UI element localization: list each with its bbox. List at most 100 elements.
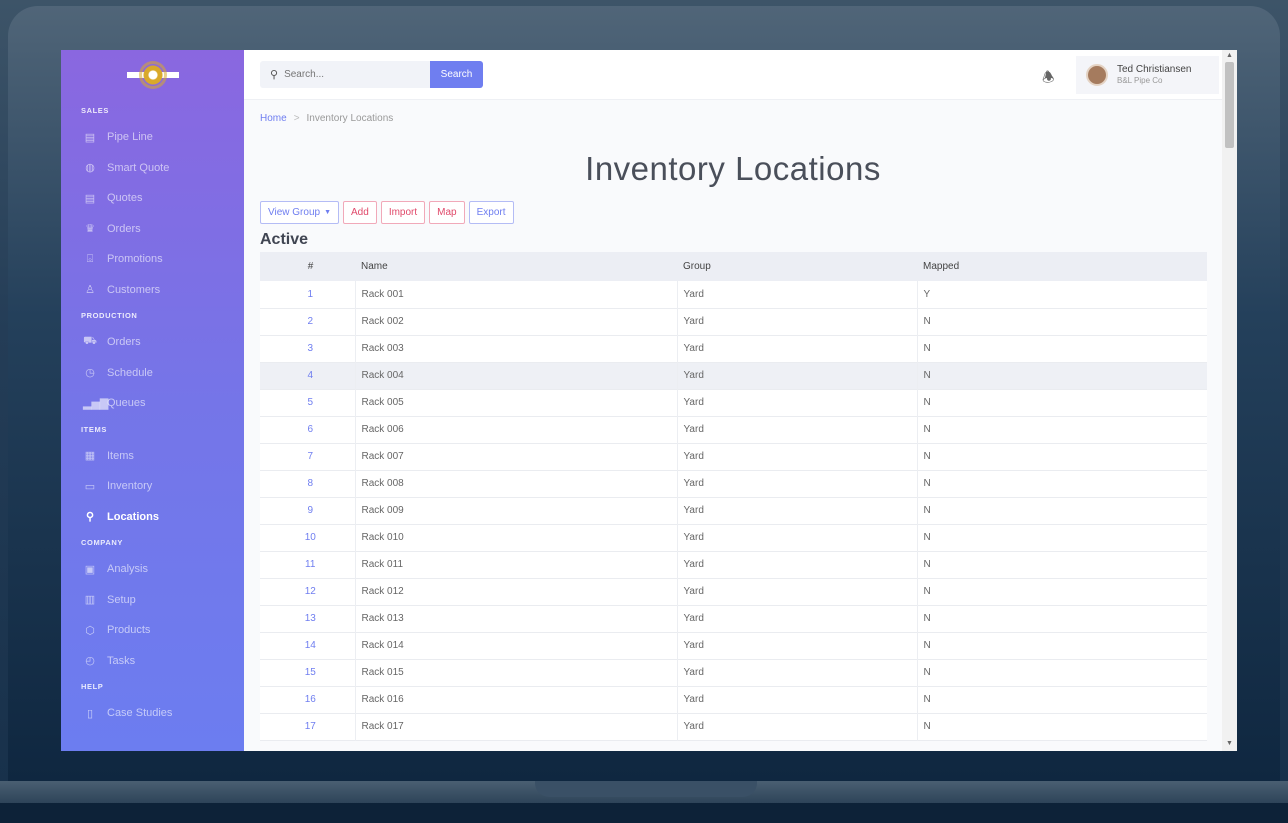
cart-icon: ⛟ xyxy=(83,335,97,348)
export-button[interactable]: Export xyxy=(468,201,514,224)
sidebar-section-label: ITEMS xyxy=(81,424,107,434)
user-menu[interactable]: Ted Christiansen B&L Pipe Co xyxy=(1076,56,1219,94)
row-number-link[interactable]: 13 xyxy=(260,605,356,632)
action-bar: View Group ▼ Add Import Map Export xyxy=(244,201,1222,225)
row-number-link[interactable]: 16 xyxy=(260,686,356,713)
table-row[interactable]: 1 Rack 001 Yard Y xyxy=(260,281,1207,308)
table-row[interactable]: 13 Rack 013 Yard N xyxy=(260,605,1207,632)
row-group: Yard xyxy=(677,524,918,551)
search-button[interactable]: Search xyxy=(430,61,483,88)
sidebar-item-label: Products xyxy=(107,624,151,637)
row-number-link[interactable]: 9 xyxy=(260,497,356,524)
table-row[interactable]: 16 Rack 016 Yard N xyxy=(260,686,1207,713)
user-name: Ted Christiansen xyxy=(1117,64,1192,75)
table-row[interactable]: 6 Rack 006 Yard N xyxy=(260,416,1207,443)
sidebar-item-pipe-line[interactable]: ▤ Pipe Line xyxy=(61,122,244,153)
sidebar-item-queues[interactable]: ▂▅▇ Queues xyxy=(61,388,244,419)
sidebar-item-label: Quotes xyxy=(107,192,143,205)
table-row[interactable]: 17 Rack 017 Yard N xyxy=(260,713,1207,740)
row-group: Yard xyxy=(677,605,918,632)
column-header-group[interactable]: Group xyxy=(677,252,917,281)
column-header-name[interactable]: Name xyxy=(355,252,677,281)
row-name: Rack 006 xyxy=(355,416,678,443)
row-group: Yard xyxy=(677,497,918,524)
add-button[interactable]: Add xyxy=(343,201,377,224)
avatar xyxy=(1086,64,1108,86)
table-row[interactable]: 15 Rack 015 Yard N xyxy=(260,659,1207,686)
row-number-link[interactable]: 2 xyxy=(260,308,356,335)
row-number-link[interactable]: 7 xyxy=(260,443,356,470)
sidebar-item-orders[interactable]: ♛ Orders xyxy=(61,214,244,245)
bell-icon[interactable]: 🕭 xyxy=(1042,67,1055,91)
table-row[interactable]: 7 Rack 007 Yard N xyxy=(260,443,1207,470)
scroll-down-arrow-icon[interactable]: ▼ xyxy=(1226,740,1233,747)
column-header-mapped[interactable]: Mapped xyxy=(917,252,1207,281)
row-mapped: N xyxy=(923,721,931,732)
map-button[interactable]: Map xyxy=(429,201,465,224)
caret-down-icon: ▼ xyxy=(324,209,332,216)
sidebar-item-promotions[interactable]: ⌺ Promotions xyxy=(61,244,244,275)
sidebar-item-case-studies[interactable]: ▯ Case Studies xyxy=(61,698,244,729)
sidebar-item-analysis[interactable]: ▣ Analysis xyxy=(61,554,244,585)
sidebar-section-label: HELP xyxy=(81,682,104,691)
clock-icon: ◷ xyxy=(85,367,95,380)
scrollbar[interactable]: ▲ ▼ xyxy=(1222,50,1237,751)
sidebar-item-label: Analysis xyxy=(107,563,148,576)
row-number-link[interactable]: 17 xyxy=(260,713,356,740)
sidebar-item-label: Setup xyxy=(107,593,136,606)
user-icon: ♙ xyxy=(85,284,95,297)
app-logo[interactable] xyxy=(61,50,244,100)
sidebar-item-tasks[interactable]: ◴ Tasks xyxy=(61,646,244,677)
sidebar-item-customers[interactable]: ♙ Customers xyxy=(61,275,244,306)
scroll-up-arrow-icon[interactable]: ▲ xyxy=(1226,52,1233,59)
row-number-link[interactable]: 12 xyxy=(260,578,356,605)
table-row[interactable]: 4 Rack 004 Yard N xyxy=(260,362,1207,389)
row-mapped: N xyxy=(923,694,931,705)
gift-icon: ⌺ xyxy=(86,252,94,265)
table-row[interactable]: 9 Rack 009 Yard N xyxy=(260,497,1207,524)
breadcrumb: Home > Inventory Locations xyxy=(244,100,1222,137)
locations-table: # Name Group Mapped 1 Rack 001 Yard Y 2 Rack … xyxy=(260,252,1207,741)
row-number-link[interactable]: 8 xyxy=(260,470,356,497)
sidebar-item-items[interactable]: ▦ Items xyxy=(61,441,244,472)
sidebar-item-label: Queues xyxy=(107,397,146,410)
row-number-link[interactable]: 14 xyxy=(260,632,356,659)
table-row[interactable]: 5 Rack 005 Yard N xyxy=(260,389,1207,416)
table-row[interactable]: 12 Rack 012 Yard N xyxy=(260,578,1207,605)
column-header-number[interactable]: # xyxy=(260,252,355,281)
sidebar-section-label: COMPANY xyxy=(81,538,123,547)
breadcrumb-home-link[interactable]: Home xyxy=(260,113,287,124)
row-number-link[interactable]: 6 xyxy=(260,416,356,443)
row-mapped: N xyxy=(923,505,931,516)
sidebar-item-inventory[interactable]: ▭ Inventory xyxy=(61,471,244,502)
sidebar-item-smart-quote[interactable]: ◍ Smart Quote xyxy=(61,153,244,184)
table-row[interactable]: 10 Rack 010 Yard N xyxy=(260,524,1207,551)
table-row[interactable]: 2 Rack 002 Yard N xyxy=(260,308,1207,335)
scrollbar-thumb[interactable] xyxy=(1225,62,1234,148)
sidebar-item-schedule[interactable]: ◷ Schedule xyxy=(61,358,244,389)
row-number-link[interactable]: 15 xyxy=(260,659,356,686)
row-number-link[interactable]: 3 xyxy=(260,335,356,362)
search-icon: ⚲ xyxy=(270,69,279,81)
row-number-link[interactable]: 10 xyxy=(260,524,356,551)
row-number-link[interactable]: 4 xyxy=(260,362,356,389)
table-row[interactable]: 11 Rack 011 Yard N xyxy=(260,551,1207,578)
table-row[interactable]: 14 Rack 014 Yard N xyxy=(260,632,1207,659)
view-group-dropdown[interactable]: View Group ▼ xyxy=(260,201,340,224)
archive-icon: ▭ xyxy=(84,480,96,493)
sidebar-nav: SALES ▤ Pipe Line ◍ Smart Quote ▤ Quotes ♛ Order… xyxy=(61,100,244,729)
sidebar-item-label: Smart Quote xyxy=(107,161,170,174)
row-mapped: N xyxy=(923,451,931,462)
row-number-link[interactable]: 11 xyxy=(260,551,356,578)
sidebar-item-locations[interactable]: ⚲ Locations xyxy=(61,502,244,533)
sidebar-item-quotes[interactable]: ▤ Quotes xyxy=(61,183,244,214)
sidebar-item-setup[interactable]: ▥ Setup xyxy=(61,585,244,616)
table-row[interactable]: 3 Rack 003 Yard N xyxy=(260,335,1207,362)
table-row[interactable]: 8 Rack 008 Yard N xyxy=(260,470,1207,497)
row-number-link[interactable]: 1 xyxy=(260,281,356,308)
sidebar-item-products[interactable]: ⬡ Products xyxy=(61,615,244,646)
import-button[interactable]: Import xyxy=(380,201,426,224)
sidebar-item-orders[interactable]: ⛟ Orders xyxy=(61,327,244,358)
row-number-link[interactable]: 5 xyxy=(260,389,356,416)
search-input[interactable] xyxy=(284,69,405,80)
